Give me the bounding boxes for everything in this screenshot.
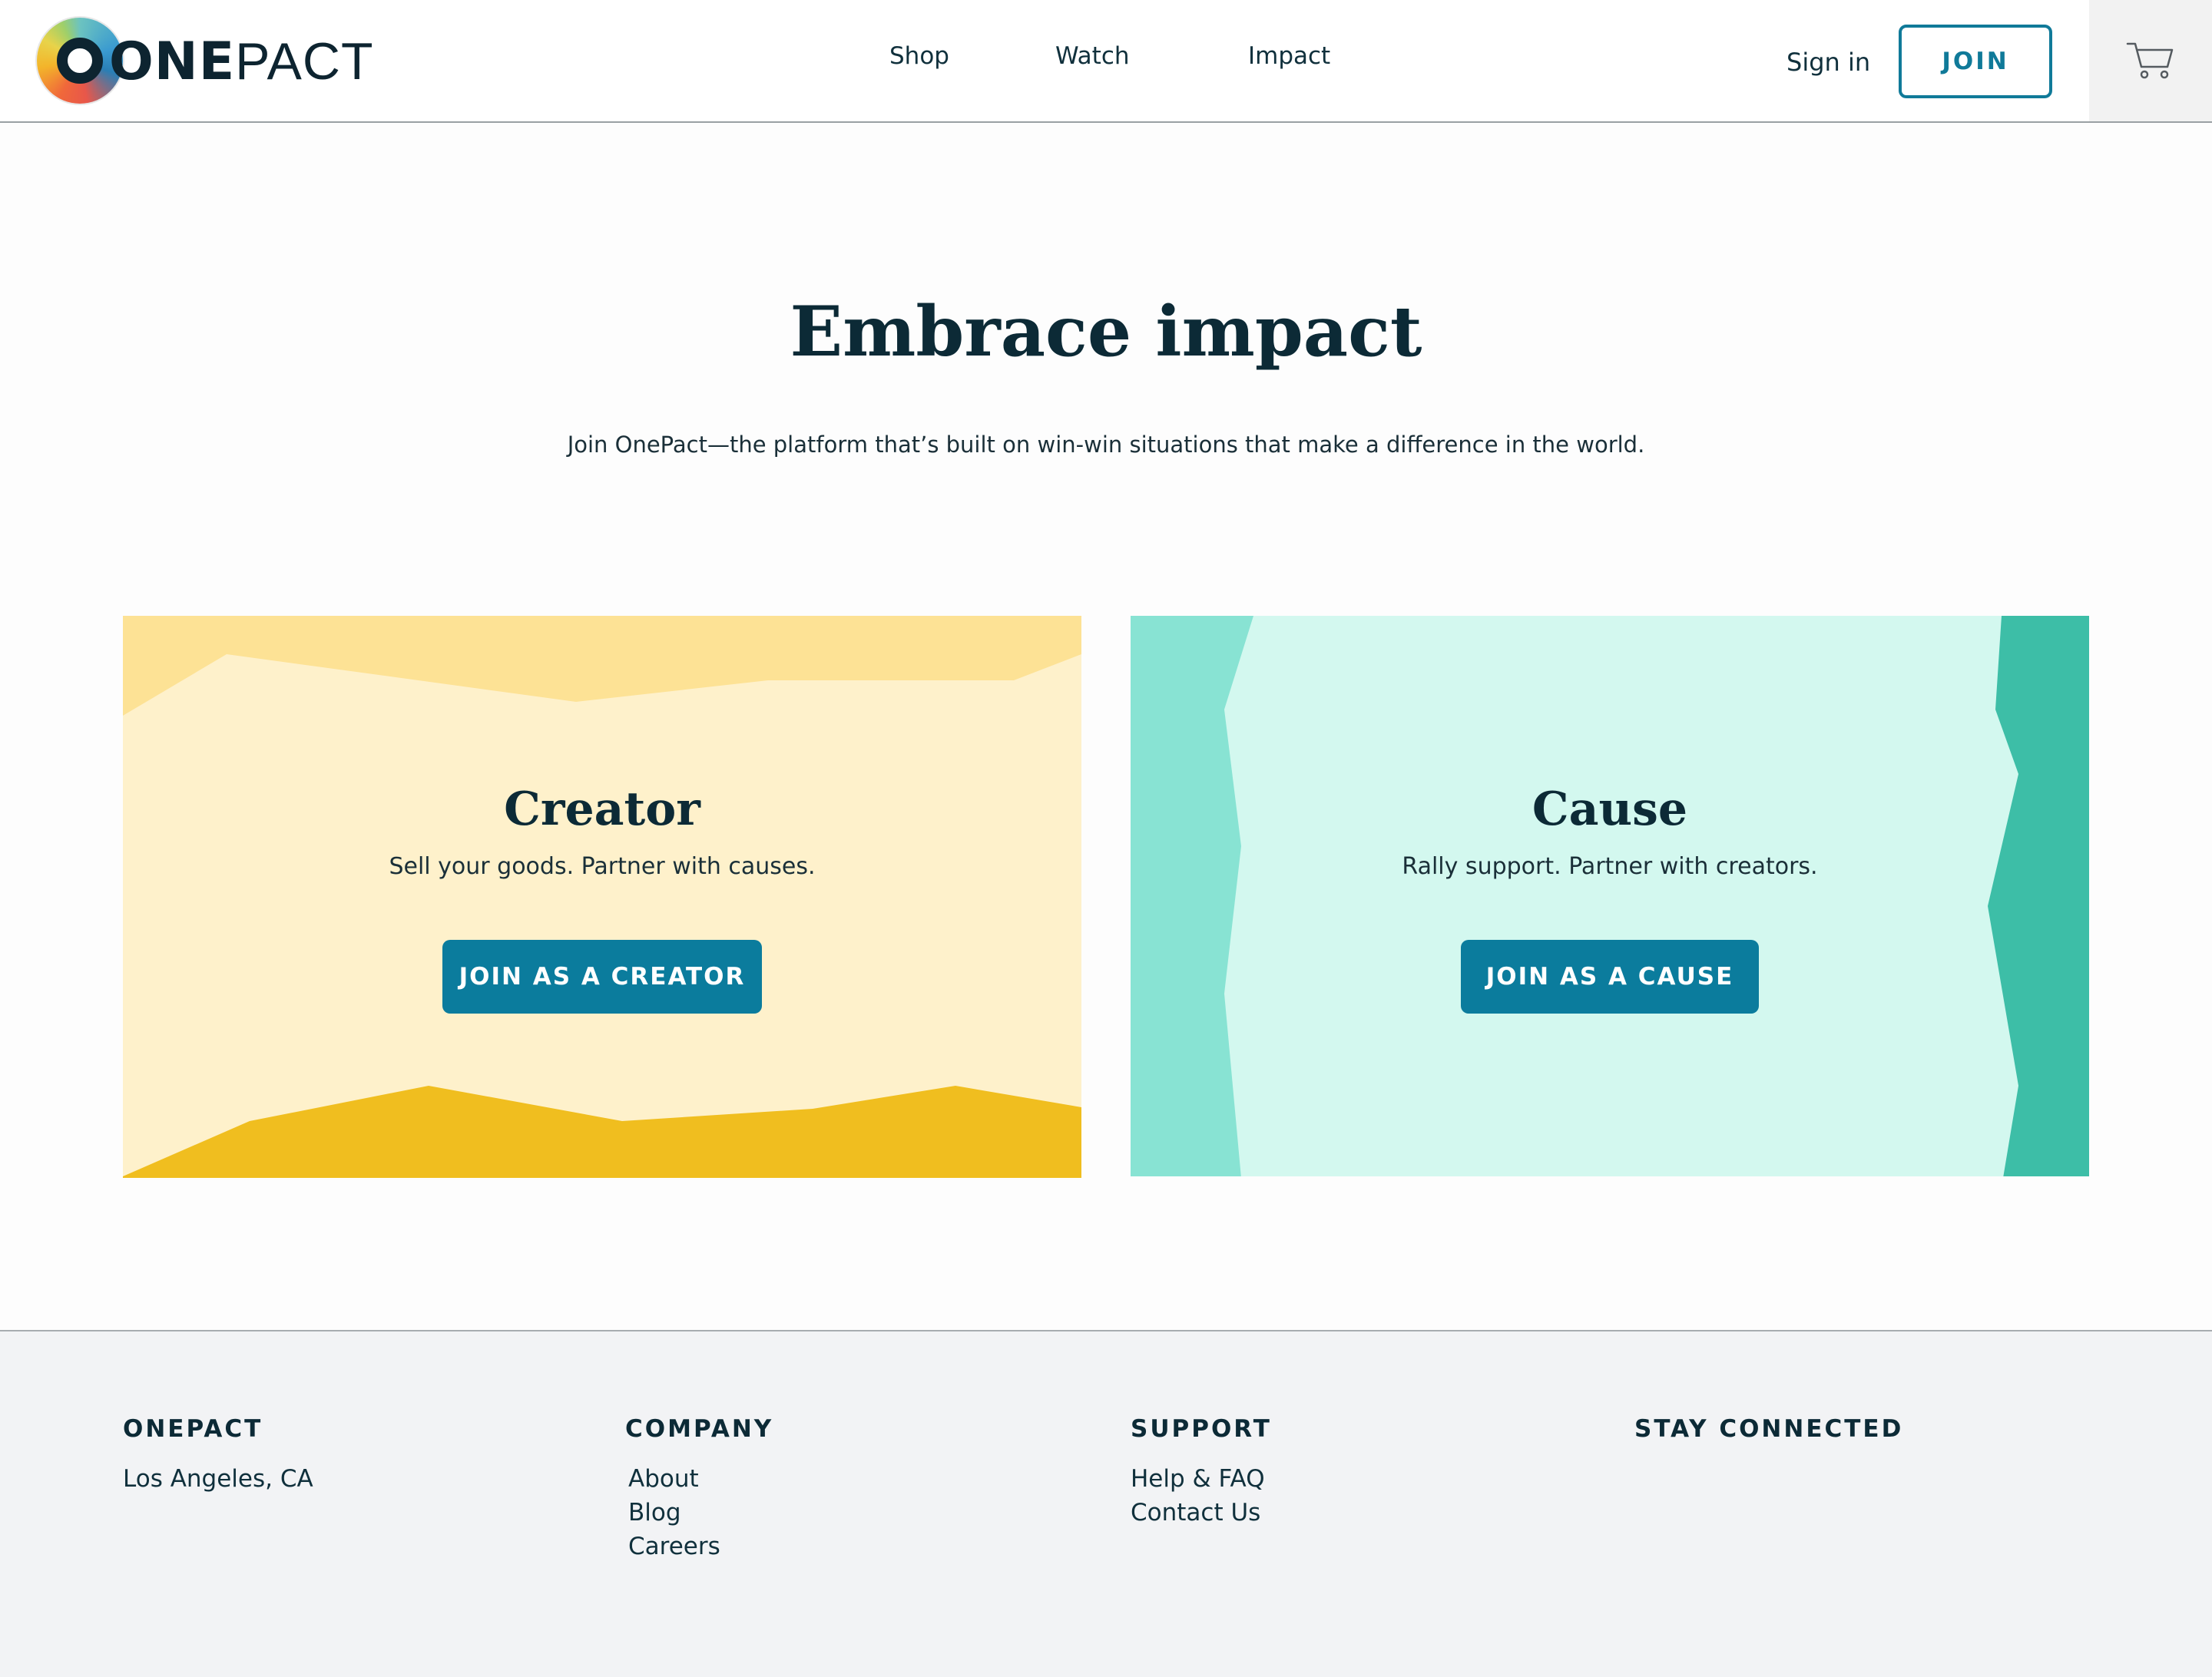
logo-word-pact: PACT (235, 32, 374, 91)
footer-location: Los Angeles, CA (123, 1465, 313, 1493)
page-title: Embrace impact (790, 291, 1422, 372)
logo-o-mark (57, 38, 103, 84)
creator-card-title: Creator (504, 782, 700, 836)
footer-link-careers[interactable]: Careers (628, 1530, 720, 1563)
join-button[interactable]: JOIN (1899, 25, 2052, 98)
footer-heading-company: COMPANY (625, 1415, 774, 1443)
footer-link-help-faq[interactable]: Help & FAQ (1131, 1462, 1265, 1496)
cause-card-title: Cause (1532, 782, 1688, 836)
footer-heading-onepact: ONEPACT (123, 1415, 263, 1443)
creator-card-subtitle: Sell your goods. Partner with causes. (389, 853, 816, 880)
nav-shop[interactable]: Shop (889, 38, 949, 74)
cause-card (1131, 616, 2089, 1176)
page-subtitle: Join OnePact—the platform that’s built o… (567, 432, 1645, 458)
site-header: ONEPACT Shop Watch Impact Sign in JOIN (0, 0, 2212, 123)
site-footer (0, 1330, 2212, 1677)
join-as-creator-button[interactable]: JOIN AS A CREATOR (442, 940, 762, 1014)
footer-heading-stay-connected: STAY CONNECTED (1634, 1415, 1904, 1443)
cause-card-background (1131, 616, 2089, 1176)
nav-impact[interactable]: Impact (1248, 38, 1330, 74)
sign-in-link[interactable]: Sign in (1786, 45, 1870, 80)
logo-wordmark: ONEPACT (109, 31, 373, 93)
footer-heading-support: SUPPORT (1131, 1415, 1272, 1443)
footer-link-blog[interactable]: Blog (628, 1496, 681, 1530)
cause-card-subtitle: Rally support. Partner with creators. (1402, 853, 1818, 880)
onepact-logo[interactable]: ONEPACT (37, 15, 373, 108)
footer-link-about[interactable]: About (628, 1462, 699, 1496)
shopping-cart-icon (2126, 42, 2174, 79)
creator-card-background (123, 616, 1081, 1178)
creator-card (123, 616, 1081, 1178)
footer-link-contact-us[interactable]: Contact Us (1131, 1496, 1260, 1530)
nav-watch[interactable]: Watch (1055, 38, 1130, 74)
join-as-cause-button[interactable]: JOIN AS A CAUSE (1461, 940, 1759, 1014)
logo-word-one: ONE (109, 31, 236, 92)
cart-button[interactable] (2089, 0, 2212, 121)
